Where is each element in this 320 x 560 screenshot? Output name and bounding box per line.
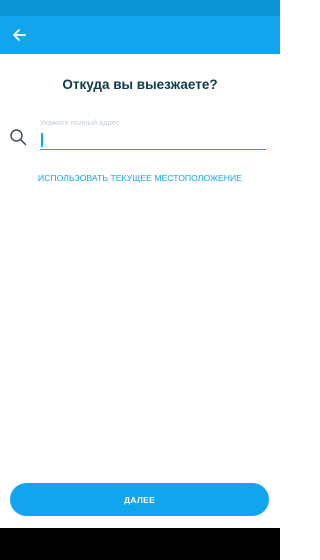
address-input[interactable] [40, 130, 266, 150]
next-button[interactable]: ДАЛЕЕ [10, 483, 269, 516]
app-bar [0, 16, 280, 54]
search-icon [10, 129, 27, 146]
next-button-label: ДАЛЕЕ [123, 494, 156, 505]
arrow-left-icon [13, 29, 26, 41]
address-field[interactable]: Укажите полный адрес [40, 116, 266, 150]
status-bar [0, 0, 280, 16]
text-cursor [41, 133, 43, 147]
address-label: Укажите полный адрес [40, 118, 120, 127]
use-current-location-link[interactable]: ИСПОЛЬЗОВАТЬ ТЕКУЩЕЕ МЕСТОПОЛОЖЕНИЕ [0, 173, 280, 183]
page-title: Откуда вы выезжаете? [62, 77, 218, 92]
back-button[interactable] [6, 22, 32, 48]
system-navigation-bar [0, 528, 280, 560]
